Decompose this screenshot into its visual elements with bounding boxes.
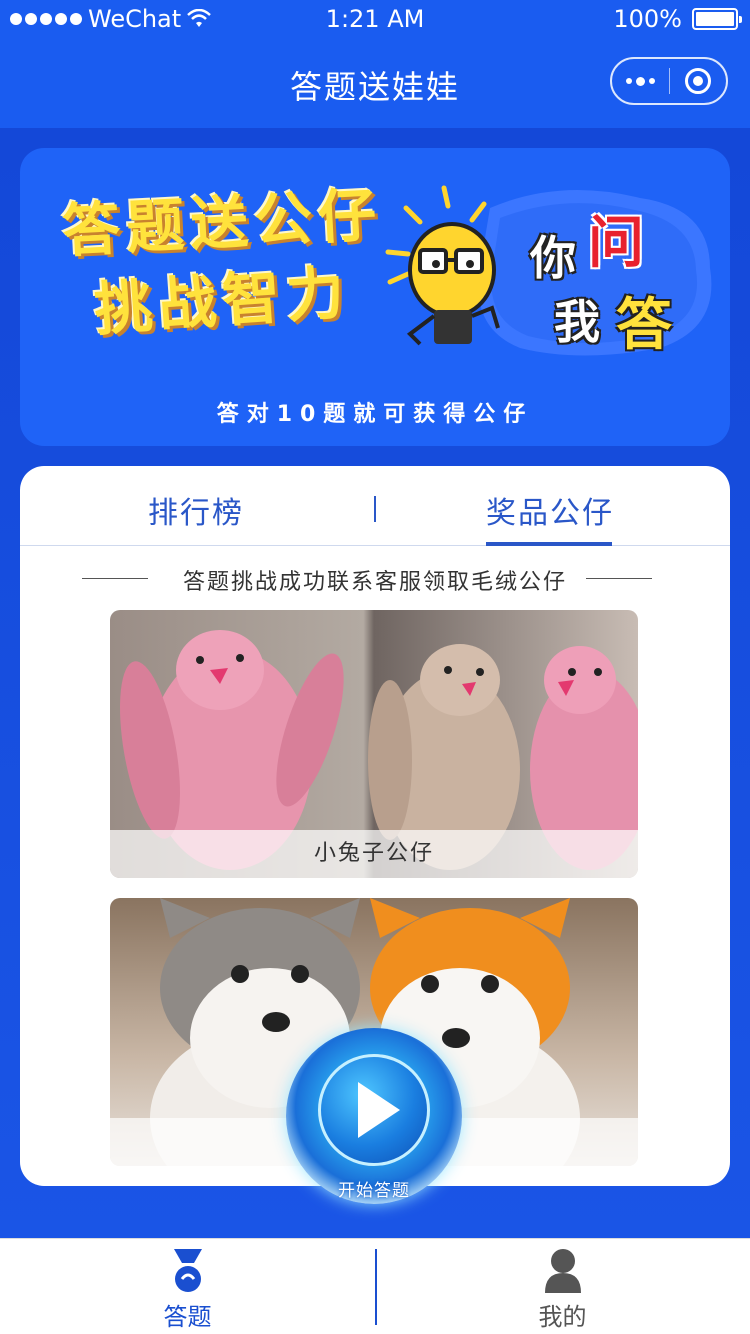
section-title: 答题挑战成功联系客服领取毛绒公仔	[182, 570, 567, 595]
banner-qa-da: 答	[616, 293, 672, 358]
banner-title-line2: 挑战智力	[92, 258, 353, 344]
status-bar: WeChat 1:21 AM 100%	[0, 0, 750, 40]
start-quiz-button[interactable]: 开始答题	[286, 1028, 462, 1204]
start-inner-circle	[318, 1054, 430, 1166]
more-button[interactable]	[612, 59, 669, 103]
play-icon	[358, 1082, 400, 1138]
segment-tabs: 排行榜 奖品公仔	[20, 466, 730, 546]
promo-banner: 答题送公仔 挑战智力 你 问 我 答 答对10题就可获得公仔	[20, 148, 730, 446]
miniprogram-capsule	[610, 57, 728, 105]
tab-prizes[interactable]: 奖品公仔	[486, 488, 614, 532]
tabbar-item-quiz[interactable]: 答题	[0, 1239, 375, 1334]
lightbulb-icon	[385, 185, 500, 346]
battery-icon	[692, 8, 742, 30]
close-circle-icon	[684, 68, 711, 94]
tabbar-label-quiz: 答题	[163, 1303, 212, 1331]
tab-leaderboard[interactable]: 排行榜	[148, 488, 244, 532]
tabbar-label-mine: 我的	[538, 1303, 587, 1331]
tabbar-item-mine[interactable]: 我的	[375, 1239, 750, 1334]
lightbulb-mascot: 你 问 我 答	[380, 178, 710, 368]
user-icon	[545, 1249, 581, 1293]
bottom-tabbar: 答题 我的	[0, 1238, 750, 1334]
section-line-right	[586, 578, 652, 579]
battery-percent: 100%	[613, 5, 682, 33]
status-right: 100%	[613, 5, 742, 33]
active-tab-indicator	[486, 542, 612, 546]
more-dot-icon	[635, 76, 645, 86]
banner-qa-wo: 我	[554, 295, 600, 349]
prize-card-rabbit[interactable]: 小兔子公仔	[110, 610, 638, 878]
banner-qa-ni: 你	[530, 231, 576, 285]
medal-icon	[174, 1249, 202, 1292]
nav-bar: 答题送娃娃	[0, 40, 750, 128]
close-button[interactable]	[669, 59, 726, 103]
more-dot-icon	[625, 78, 632, 84]
start-quiz-label: 开始答题	[338, 1181, 410, 1201]
banner-qa-wen: 问	[588, 211, 644, 276]
banner-subtitle: 答对10题就可获得公仔	[216, 402, 534, 427]
tab-divider	[374, 496, 376, 522]
prize-caption: 小兔子公仔	[110, 830, 638, 878]
more-dot-icon	[648, 78, 655, 84]
